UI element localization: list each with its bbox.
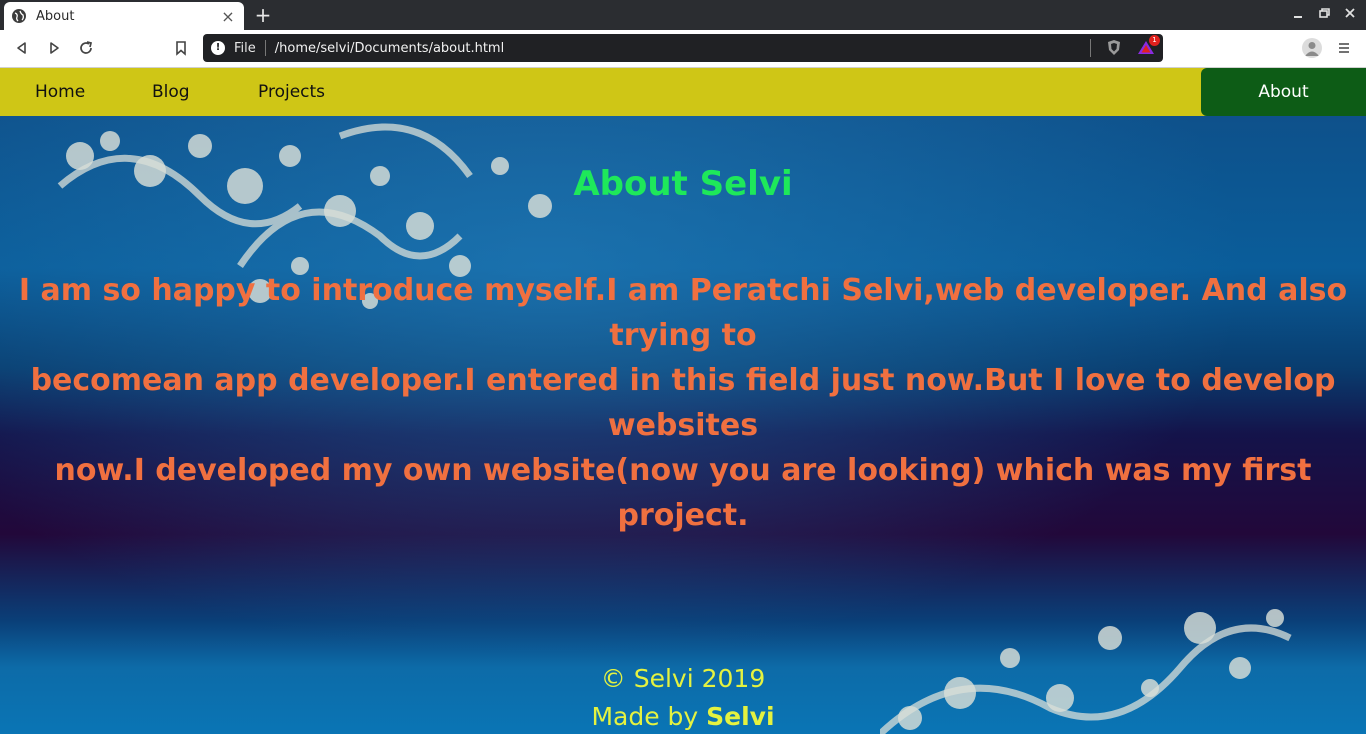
url-divider [264,40,266,56]
intro-line: now.I developed my own website(now you a… [54,453,1312,533]
made-by-prefix: Made by [591,702,707,731]
address-bar-divider [1090,39,1091,57]
globe-icon [12,9,26,23]
window-controls [1290,6,1358,22]
browser-tab[interactable]: About × [4,2,244,30]
made-by-name: Selvi [706,702,775,731]
forward-icon[interactable] [44,38,64,58]
intro-paragraph: I am so happy to introduce myself.I am P… [10,268,1356,538]
menu-icon[interactable] [1334,38,1354,58]
minimize-icon[interactable] [1290,6,1306,22]
close-icon[interactable] [1342,6,1358,22]
nav-projects-link[interactable]: Projects [258,68,325,116]
url-text[interactable]: /home/selvi/Documents/about.html [275,41,1090,56]
bookmark-icon[interactable] [171,38,191,58]
brave-shield-icon[interactable] [1105,39,1123,57]
browser-tabstrip: About × + [0,0,1366,30]
tab-close-icon[interactable]: × [220,7,236,26]
profile-icon[interactable] [1302,38,1322,58]
footer-made-by: Made by Selvi [0,698,1366,734]
restore-icon[interactable] [1316,6,1332,22]
intro-line: becomean app developer.I entered in this… [30,363,1336,443]
new-tab-button[interactable]: + [252,4,274,26]
page-title: About Selvi [573,164,793,204]
browser-toolbar: ! File /home/selvi/Documents/about.html … [0,30,1366,68]
page-content: Home Blog Projects About About Selvi I a… [0,68,1366,734]
info-icon[interactable]: ! [211,41,225,55]
tab-title: About [36,8,75,24]
intro-line: I am so happy to introduce myself.I am P… [18,273,1348,353]
nav-about-link[interactable]: About [1201,68,1366,116]
back-icon[interactable] [12,38,32,58]
brave-rewards-icon[interactable]: 1 [1137,35,1160,57]
address-bar[interactable]: ! File /home/selvi/Documents/about.html … [203,34,1163,62]
url-scheme: File [234,40,256,56]
rewards-badge: 1 [1149,35,1160,46]
site-footer: © Selvi 2019 Made by Selvi [0,660,1366,734]
nav-home-link[interactable]: Home [35,68,85,116]
footer-copyright: © Selvi 2019 [600,664,766,693]
reload-icon[interactable] [76,38,96,58]
nav-blog-link[interactable]: Blog [152,68,190,116]
address-bar-actions: 1 [1090,35,1160,57]
site-navbar: Home Blog Projects About [0,68,1366,116]
